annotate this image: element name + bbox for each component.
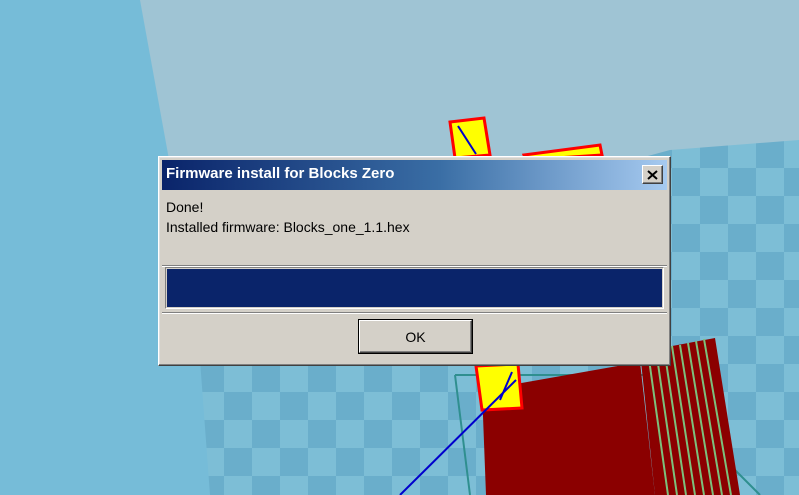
installed-firmware-message: Installed firmware: Blocks_one_1.1.hex xyxy=(166,219,410,235)
dialog-title: Firmware install for Blocks Zero xyxy=(166,165,395,182)
divider xyxy=(162,312,667,314)
ok-button[interactable]: OK xyxy=(359,320,472,353)
firmware-install-dialog: Firmware install for Blocks Zero Done! I… xyxy=(158,156,671,366)
progress-bar-fill xyxy=(167,269,662,307)
close-button[interactable] xyxy=(642,165,663,184)
close-icon xyxy=(647,169,658,180)
dialog-titlebar[interactable]: Firmware install for Blocks Zero xyxy=(162,160,667,190)
model-yellow-piece-bottom xyxy=(474,362,524,412)
status-message: Done! xyxy=(166,199,204,215)
progress-bar xyxy=(165,267,664,309)
